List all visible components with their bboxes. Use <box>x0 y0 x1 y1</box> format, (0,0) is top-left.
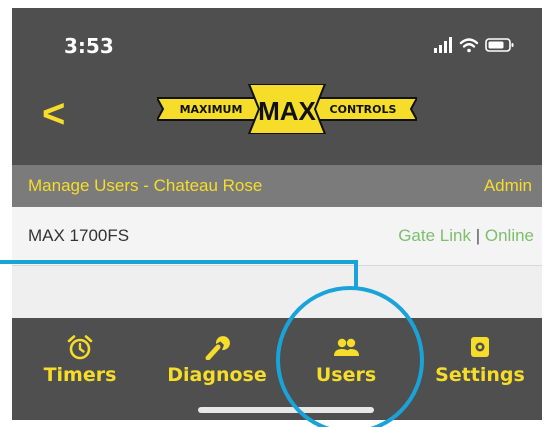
device-name: MAX 1700FS <box>28 226 130 245</box>
device-row[interactable]: MAX 1700FS Gate Link | Online <box>12 207 542 266</box>
wrench-icon <box>205 336 230 360</box>
status-icons <box>434 37 514 53</box>
tab-label: Timers <box>43 364 117 386</box>
tab-diagnose[interactable]: Diagnose <box>157 334 277 394</box>
back-button[interactable]: < <box>42 90 82 138</box>
tab-label: Settings <box>435 364 525 386</box>
manage-users-header: Manage Users - Chateau Rose Admin <box>12 165 542 207</box>
svg-text:CONTROLS: CONTROLS <box>330 103 397 116</box>
status-time: 3:53 <box>64 34 114 58</box>
gear-icon <box>471 337 489 357</box>
svg-text:MAXIMUM: MAXIMUM <box>180 103 243 116</box>
page-title: Manage Users - Chateau Rose <box>28 176 263 195</box>
tab-users[interactable]: Users <box>286 334 406 394</box>
svg-text:MAX: MAX <box>258 96 316 126</box>
tab-bar: Timers Diagnose Users Settings <box>12 318 542 420</box>
tab-timers[interactable]: Timers <box>20 334 140 394</box>
tab-label: Users <box>315 364 377 386</box>
battery-icon <box>485 38 514 52</box>
app-screen: 3:53 < MAXIMUM MAX CONTROLS Manage Users… <box>12 8 542 420</box>
status-bar: 3:53 <box>12 8 542 78</box>
status-separator: | <box>475 226 481 245</box>
wifi-icon <box>459 38 479 53</box>
tab-label: Diagnose <box>167 364 267 386</box>
home-indicator[interactable] <box>198 407 374 413</box>
content-area <box>12 266 542 318</box>
connection-status: Gate Link | Online <box>398 226 534 246</box>
alarm-clock-icon <box>67 335 93 360</box>
users-icon <box>334 338 359 356</box>
role-label: Admin <box>483 176 532 195</box>
signal-icon <box>434 37 452 53</box>
online-status: Online <box>484 226 534 245</box>
tab-settings[interactable]: Settings <box>420 334 540 394</box>
gate-link-label: Gate Link <box>398 226 471 245</box>
max-controls-logo: MAXIMUM MAX CONTROLS <box>157 84 417 134</box>
